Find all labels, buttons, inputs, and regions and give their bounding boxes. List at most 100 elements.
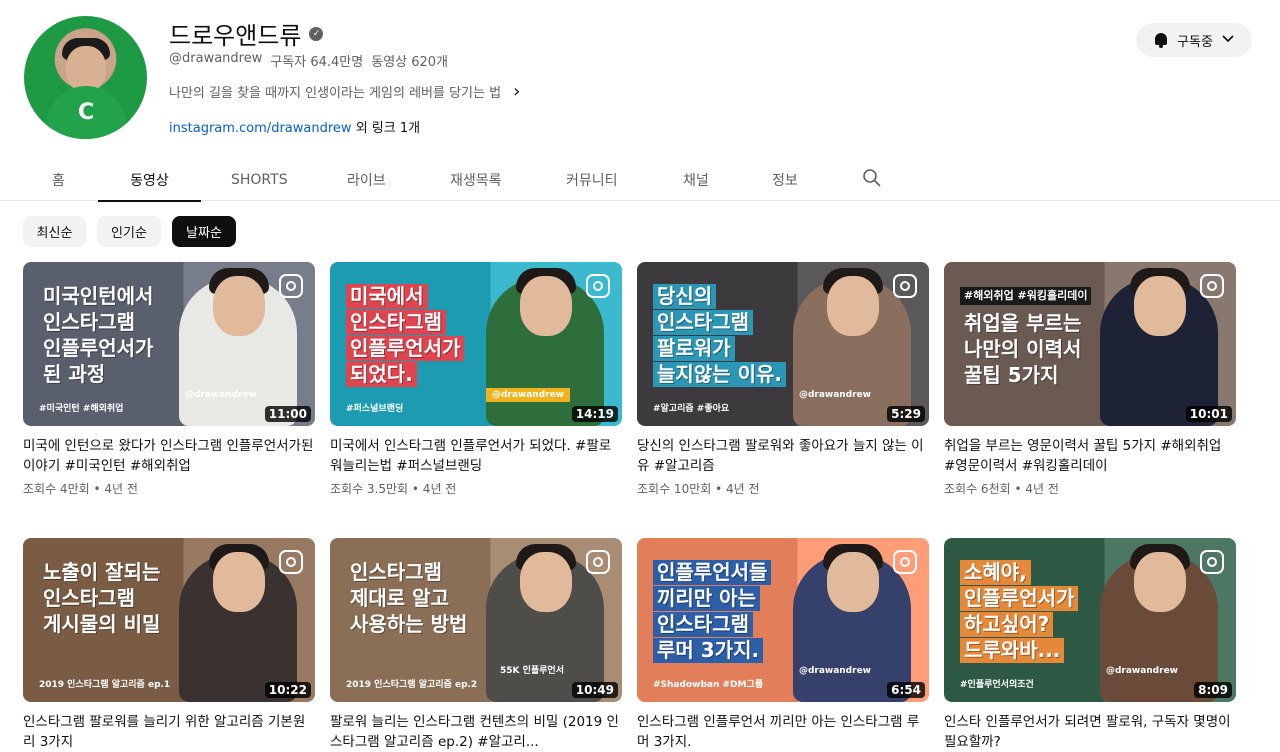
video-title[interactable]: 미국에 인턴으로 왔다가 인스타그램 인플루언서가된 이야기 #미국인턴 #해외…	[23, 436, 315, 476]
thumbnail-overlay: 미국에서 인스타그램 인플루언서가 되었다.	[346, 284, 521, 388]
instagram-icon	[279, 550, 303, 574]
thumbnail-text-line: 팔로워가	[653, 336, 735, 361]
video-card[interactable]: 노출이 잘되는 인스타그램 게시물의 비밀 2019 인스타그램 알고리즘 ep.1…	[23, 538, 315, 752]
thumbnail-text-line: 인플루언서가	[346, 336, 465, 361]
video-stats: 조회수 3.5만회 • 4년 전	[330, 482, 457, 496]
thumbnail-text-line: 게시물의 비밀	[43, 612, 161, 636]
tab-videos[interactable]: 동영상	[98, 158, 201, 202]
video-stats: 조회수 6천회 • 4년 전	[944, 482, 1059, 496]
channel-tabs: 홈 동영상 SHORTS 라이브 재생목록 커뮤니티 채널 정보	[0, 158, 1280, 202]
video-thumbnail[interactable]: 미국인턴에서 인스타그램 인플루언서가 된 과정 #미국인턴 #해외취업 @drawa…	[23, 262, 315, 426]
chevron-right-icon[interactable]: ›	[513, 81, 520, 102]
channel-name-text: 드로우앤드류	[169, 22, 302, 50]
tab-home[interactable]: 홈	[52, 158, 65, 201]
thumbnail-brand: 55K 인플루언서	[499, 666, 564, 676]
thumbnail-text-line: 인플루언서가	[43, 336, 154, 360]
thumbnail-overlay: 미국인턴에서 인스타그램 인플루언서가 된 과정	[39, 284, 214, 388]
tab-community[interactable]: 커뮤니티	[566, 158, 618, 201]
thumbnail-text-line: 인플루언서가	[960, 586, 1079, 611]
thumbnail-tag: 2019 인스타그램 알고리즘 ep.1	[39, 680, 171, 690]
channel-avatar[interactable]: C	[24, 16, 147, 139]
thumbnail-text-line: 미국에서	[346, 284, 428, 309]
video-title[interactable]: 인스타그램 팔로워를 늘리기 위한 알고리즘 기본원리 3가지	[23, 712, 315, 752]
video-duration: 14:19	[571, 406, 618, 422]
video-thumbnail[interactable]: 소혜야, 인플루언서가 하고싶어? 드루와바... #인플루언서의조건 @drawan…	[944, 538, 1236, 702]
tab-channels[interactable]: 채널	[683, 158, 709, 201]
video-thumbnail[interactable]: 미국에서 인스타그램 인플루언서가 되었다. #퍼스널브랜딩 @drawandrew …	[330, 262, 622, 426]
subscribe-label: 구독중	[1177, 34, 1213, 50]
video-title[interactable]: 인스타 인플루언서가 되려면 팔로워, 구독자 몇명이 필요할까?	[944, 712, 1236, 752]
video-title[interactable]: 취업을 부르는 영문이력서 꿀팁 5가지 #해외취업 #영문이력서 #워킹홀리데…	[944, 436, 1236, 476]
video-thumbnail[interactable]: 인스타그램 제대로 알고 사용하는 방법 2019 인스타그램 알고리즘 ep.2 …	[330, 538, 622, 702]
video-duration: 10:22	[264, 682, 311, 698]
thumbnail-text-line: 제대로 알고	[350, 586, 449, 610]
thumbnail-face	[213, 276, 265, 336]
thumbnail-face	[827, 276, 879, 336]
video-card[interactable]: 인플루언서들 끼리만 아는 인스타그램 루머 3가지. #Shadowban #DM그…	[637, 538, 929, 752]
thumbnail-text-line: 인스타그램	[653, 612, 753, 637]
thumbnail-text-line: 취업을 부르는	[964, 311, 1082, 335]
video-title[interactable]: 인스타그램 인플루언서 끼리만 아는 인스타그램 루머 3가지.	[637, 712, 929, 752]
video-stats: 조회수 4만회 • 4년 전	[23, 482, 138, 496]
chip-popular[interactable]: 인기순	[97, 216, 161, 247]
video-thumbnail[interactable]: #해외취업 #워킹홀리데이 취업을 부르는 나만의 이력서 꿀팁 5가지 10:01	[944, 262, 1236, 426]
instagram-icon	[893, 550, 917, 574]
tab-shorts[interactable]: SHORTS	[231, 158, 288, 201]
video-duration: 6:54	[887, 682, 925, 698]
thumbnail-overlay: 노출이 잘되는 인스타그램 게시물의 비밀	[39, 560, 214, 638]
tab-live[interactable]: 라이브	[347, 158, 386, 201]
video-card[interactable]: 소혜야, 인플루언서가 하고싶어? 드루와바... #인플루언서의조건 @drawan…	[944, 538, 1236, 752]
video-card[interactable]: 미국인턴에서 인스타그램 인플루언서가 된 과정 #미국인턴 #해외취업 @drawa…	[23, 262, 315, 497]
thumbnail-text-line: 하고싶어?	[960, 612, 1054, 637]
video-thumbnail[interactable]: 인플루언서들 끼리만 아는 인스타그램 루머 3가지. #Shadowban #DM그…	[637, 538, 929, 702]
video-title[interactable]: 팔로워 늘리는 인스타그램 컨텐츠의 비밀 (2019 인스타그램 알고리즘 e…	[330, 712, 622, 752]
instagram-icon	[586, 274, 610, 298]
thumbnail-face	[520, 276, 572, 336]
thumbnail-tag: #인플루언서의조건	[960, 680, 1034, 690]
thumbnail-text-line: 인스타그램	[43, 310, 135, 334]
thumbnail-text-line: #해외취업 #워킹홀리데이	[960, 287, 1092, 305]
thumbnail-text-line: 사용하는 방법	[350, 612, 468, 636]
avatar-shirt-letter: C	[78, 100, 95, 125]
subscriber-count: 구독자 64.4만명	[270, 55, 364, 70]
thumbnail-face	[520, 552, 572, 612]
video-thumbnail[interactable]: 당신의 인스타그램 팔로워가 늘지않는 이유. #알고리즘 #좋아요 @drawand…	[637, 262, 929, 426]
thumbnail-tag: 2019 인스타그램 알고리즘 ep.2	[346, 680, 478, 690]
video-title[interactable]: 미국에서 인스타그램 인플루언서가 되었다. #팔로워늘리는법 #퍼스널브랜딩	[330, 436, 622, 476]
video-duration: 5:29	[887, 406, 925, 422]
thumbnail-brand: @drawandrew	[485, 388, 570, 402]
channel-links: instagram.com/drawandrew 외 링크 1개	[169, 117, 420, 136]
thumbnail-brand: @drawandrew	[798, 390, 871, 400]
video-stats: 조회수 10만회 • 4년 전	[637, 482, 760, 496]
thumbnail-brand: @drawandrew	[798, 666, 871, 676]
bell-icon	[1153, 32, 1169, 48]
video-card[interactable]: 당신의 인스타그램 팔로워가 늘지않는 이유. #알고리즘 #좋아요 @drawand…	[637, 262, 929, 497]
verified-icon: ✓	[309, 26, 324, 41]
video-duration: 10:49	[571, 682, 618, 698]
video-card[interactable]: 인스타그램 제대로 알고 사용하는 방법 2019 인스타그램 알고리즘 ep.2 …	[330, 538, 622, 752]
tab-about[interactable]: 정보	[772, 158, 798, 201]
thumbnail-face	[1134, 276, 1186, 336]
thumbnail-tag: #미국인턴 #해외취업	[39, 404, 124, 414]
thumbnail-text-line: 미국인턴에서	[43, 284, 154, 308]
tab-playlists[interactable]: 재생목록	[450, 158, 502, 201]
instagram-icon	[1200, 274, 1224, 298]
video-thumbnail[interactable]: 노출이 잘되는 인스타그램 게시물의 비밀 2019 인스타그램 알고리즘 ep.1…	[23, 538, 315, 702]
video-card[interactable]: 미국에서 인스타그램 인플루언서가 되었다. #퍼스널브랜딩 @drawandrew …	[330, 262, 622, 497]
thumbnail-text-line: 인스타그램	[43, 586, 135, 610]
thumbnail-text-line: 인플루언서들	[653, 560, 772, 585]
thumbnail-text-line: 루머 3가지.	[653, 638, 764, 663]
video-card[interactable]: #해외취업 #워킹홀리데이 취업을 부르는 나만의 이력서 꿀팁 5가지 10:01 …	[944, 262, 1236, 497]
channel-description[interactable]: 나만의 길을 찾을 때까지 인생이라는 게임의 레버를 당기는 법 ›	[169, 81, 520, 102]
video-title[interactable]: 당신의 인스타그램 팔로워와 좋아요가 늘지 않는 이유 #알고리즘	[637, 436, 929, 476]
more-links[interactable]: 외 링크 1개	[356, 121, 420, 136]
subscribe-button[interactable]: 구독중	[1136, 23, 1252, 57]
chip-latest[interactable]: 최신순	[23, 216, 86, 247]
chip-oldest[interactable]: 날짜순	[172, 216, 236, 247]
thumbnail-tag: #Shadowban #DM그룹	[653, 680, 764, 690]
instagram-link[interactable]: instagram.com/drawandrew	[169, 121, 352, 136]
thumbnail-brand: @drawandrew	[1105, 666, 1178, 676]
thumbnail-text-line: 꿀팁 5가지	[964, 363, 1059, 387]
search-icon[interactable]	[862, 168, 882, 188]
thumbnail-overlay: 인플루언서들 끼리만 아는 인스타그램 루머 3가지.	[653, 560, 828, 664]
